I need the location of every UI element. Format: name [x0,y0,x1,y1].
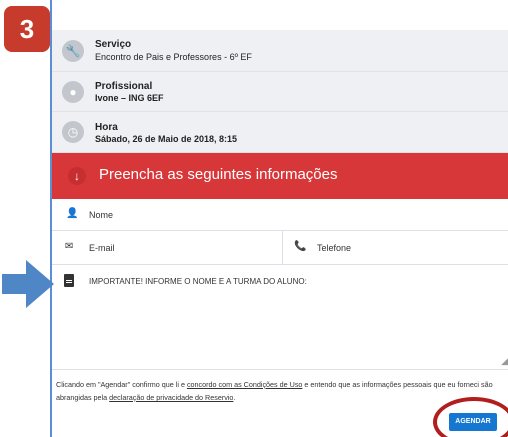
time-value: Sábado, 26 de Maio de 2018, 8:15 [95,134,238,144]
clock-icon: ◷ [62,121,84,143]
phone-icon: 📞 [294,241,307,252]
name-placeholder: Nome [89,210,114,220]
service-value: Encontro de Pais e Professores - 6º EF [95,52,252,62]
terms-part1: Clicando em "Agendar" confirmo que li e [56,380,187,389]
email-field[interactable]: ✉ E-mail [52,231,282,264]
wrench-icon: 🔧 [62,40,84,62]
service-title: Serviço [95,39,132,50]
banner-text: Preencha as seguintes informações [99,166,338,183]
booking-panel: 🔧 Serviço Encontro de Pais e Professores… [50,0,508,437]
envelope-icon: ✉ [65,241,74,252]
arrow-down-icon: ↓ [68,167,86,185]
notes-placeholder: IMPORTANTE! INFORME O NOME E A TURMA DO … [89,277,307,286]
time-title: Hora [95,122,118,133]
terms-text: Clicando em "Agendar" confirmo que li e … [56,378,506,404]
privacy-link[interactable]: declaração de privacidade do Reservio [109,393,233,402]
terms-part3: . [233,393,236,402]
phone-field[interactable]: 📞 Telefone [283,231,508,264]
notes-textarea[interactable]: IMPORTANTE! INFORME O NOME E A TURMA DO … [52,265,508,370]
info-banner: ↓ Preencha as seguintes informações [52,153,508,199]
user-icon: 👤 [66,208,79,219]
terms-of-use-link[interactable]: concordo com as Condições de Uso [187,380,302,389]
document-icon [64,274,74,287]
service-row: 🔧 Serviço Encontro de Pais e Professores… [52,30,508,72]
professional-row: ● Profissional Ivone – ING 6EF [52,72,508,112]
name-field[interactable]: 👤 Nome [52,200,508,230]
time-row: ◷ Hora Sábado, 26 de Maio de 2018, 8:15 [52,112,508,153]
professional-title: Profissional [95,81,153,92]
resize-handle-icon[interactable]: ◢ [501,356,508,367]
person-icon: ● [62,81,84,103]
step-badge: 3 [4,6,50,52]
email-placeholder: E-mail [89,243,115,253]
pointer-arrow-icon [2,260,54,308]
phone-placeholder: Telefone [317,243,352,253]
professional-value: Ivone – ING 6EF [95,93,164,103]
